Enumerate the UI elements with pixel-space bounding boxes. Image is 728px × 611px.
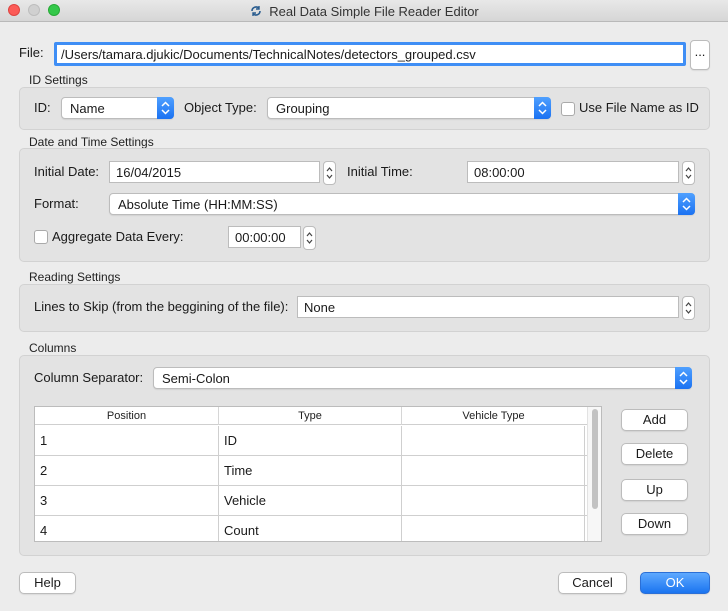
table-row[interactable]: 3 Vehicle — [35, 486, 589, 516]
stepper-arrows-icon — [326, 167, 333, 179]
cancel-button[interactable]: Cancel — [558, 572, 627, 594]
cell-position: 3 — [35, 486, 219, 516]
header-vehicle-type[interactable]: Vehicle Type — [402, 407, 585, 425]
table-scrollbar-thumb[interactable] — [592, 409, 598, 509]
updown-arrows-icon — [157, 97, 174, 119]
column-separator-value: Semi-Colon — [162, 371, 230, 386]
initial-date-stepper[interactable] — [323, 161, 336, 185]
use-file-name-checkbox[interactable] — [561, 102, 575, 116]
aggregate-interval-field[interactable]: 00:00:00 — [228, 226, 301, 248]
help-button[interactable]: Help — [19, 572, 76, 594]
stepper-arrows-icon — [685, 167, 692, 179]
stepper-arrows-icon — [685, 302, 692, 314]
date-time-settings-label: Date and Time Settings — [29, 135, 154, 149]
table-header: Position Type Vehicle Type — [35, 407, 589, 425]
object-type-select[interactable]: Grouping — [267, 97, 551, 119]
initial-date-label: Initial Date: — [34, 164, 100, 179]
add-column-button[interactable]: Add — [621, 409, 688, 431]
id-select-value: Name — [70, 101, 105, 116]
table-scrollbar[interactable] — [587, 407, 601, 541]
file-label: File: — [19, 45, 44, 60]
initial-date-field[interactable]: 16/04/2015 — [109, 161, 320, 183]
app-icon — [251, 6, 262, 16]
cell-position: 4 — [35, 516, 219, 541]
aggregate-label: Aggregate Data Every: — [52, 229, 184, 244]
format-select[interactable]: Absolute Time (HH:MM:SS) — [109, 193, 695, 215]
cell-vehicle-type[interactable] — [402, 516, 585, 541]
header-position[interactable]: Position — [35, 407, 219, 425]
initial-time-label: Initial Time: — [347, 164, 413, 179]
aggregate-checkbox[interactable] — [34, 230, 48, 244]
stepper-arrows-icon — [306, 232, 313, 244]
cell-vehicle-type[interactable] — [402, 456, 585, 486]
columns-table[interactable]: Position Type Vehicle Type 1 ID 2 Time 3… — [34, 406, 602, 542]
move-down-button[interactable]: Down — [621, 513, 688, 535]
object-type-value: Grouping — [276, 101, 330, 116]
cell-vehicle-type[interactable] — [402, 426, 585, 456]
initial-time-field[interactable]: 08:00:00 — [467, 161, 679, 183]
lines-to-skip-stepper[interactable] — [682, 296, 695, 320]
cell-position: 2 — [35, 456, 219, 486]
reading-settings-label: Reading Settings — [29, 270, 121, 284]
lines-to-skip-label: Lines to Skip (from the beggining of the… — [34, 299, 289, 314]
id-label: ID: — [34, 100, 51, 115]
delete-column-button[interactable]: Delete — [621, 443, 688, 465]
browse-file-button[interactable]: ... — [690, 40, 710, 70]
table-row[interactable]: 2 Time — [35, 456, 589, 486]
cell-type[interactable]: Vehicle — [219, 486, 402, 516]
column-separator-select[interactable]: Semi-Colon — [153, 367, 692, 389]
cell-position: 1 — [35, 426, 219, 456]
id-settings-label: ID Settings — [29, 73, 88, 87]
id-select[interactable]: Name — [61, 97, 174, 119]
format-label: Format: — [34, 196, 79, 211]
column-separator-label: Column Separator: — [34, 370, 144, 385]
lines-to-skip-field[interactable]: None — [297, 296, 679, 318]
object-type-label: Object Type: — [184, 100, 257, 115]
initial-time-stepper[interactable] — [682, 161, 695, 185]
use-file-name-label: Use File Name as ID — [579, 100, 699, 115]
table-row[interactable]: 1 ID — [35, 426, 589, 456]
window-title-area: Real Data Simple File Reader Editor — [0, 0, 728, 22]
cell-vehicle-type[interactable] — [402, 486, 585, 516]
columns-label: Columns — [29, 341, 77, 355]
cell-type[interactable]: ID — [219, 426, 402, 456]
table-row[interactable]: 4 Count — [35, 516, 589, 541]
header-type[interactable]: Type — [219, 407, 402, 425]
updown-arrows-icon — [534, 97, 551, 119]
updown-arrows-icon — [675, 367, 692, 389]
format-value: Absolute Time (HH:MM:SS) — [118, 197, 278, 212]
cell-type[interactable]: Count — [219, 516, 402, 541]
ok-button[interactable]: OK — [640, 572, 710, 594]
aggregate-interval-stepper[interactable] — [303, 226, 316, 250]
updown-arrows-icon — [678, 193, 695, 215]
window-title: Real Data Simple File Reader Editor — [269, 3, 479, 19]
move-up-button[interactable]: Up — [621, 479, 688, 501]
file-path-field[interactable]: /Users/tamara.djukic/Documents/Technical… — [54, 42, 686, 66]
cell-type[interactable]: Time — [219, 456, 402, 486]
